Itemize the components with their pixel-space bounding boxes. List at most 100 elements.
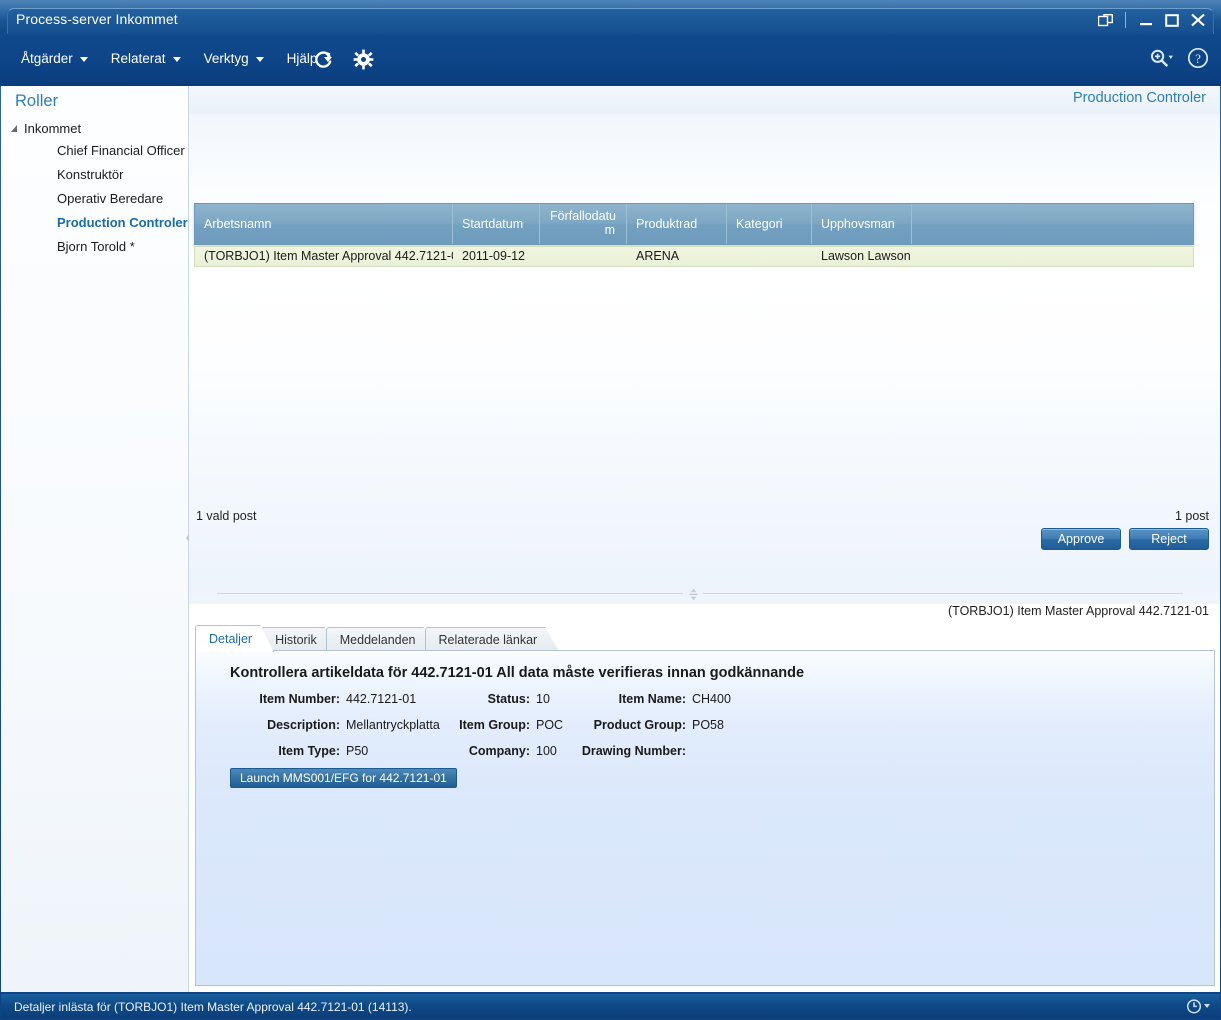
launch-mms001-efg-button[interactable]: Launch MMS001/EFG for 442.7121-01 — [230, 768, 457, 788]
tree-root-label: Inkommet — [24, 121, 82, 136]
tab-detaljer[interactable]: Detaljer — [195, 625, 274, 652]
form-row: Item Number: 442.7121-01 Status: 10 Item… — [230, 686, 1190, 712]
sidebar-item-label: Bjorn Torold * — [57, 239, 135, 254]
table-row[interactable]: (TORBJO1) Item Master Approval 442.7121-… — [194, 246, 1194, 267]
column-header-arbetsnamn[interactable]: Arbetsnamn — [195, 204, 453, 244]
field-value-item-name: CH400 — [692, 692, 731, 706]
field-label-item-number: Item Number: — [259, 692, 340, 706]
selection-count-label: 1 vald post — [196, 509, 257, 523]
application-window: Process-server Inkommet Åtgärder Relater… — [0, 0, 1221, 1020]
form-row: Item Type: P50 Company: 100 Drawing Numb… — [230, 738, 1190, 764]
help-circle-icon[interactable]: ? — [1187, 47, 1209, 69]
field-value-item-type: P50 — [346, 744, 369, 758]
window-controls — [1092, 9, 1211, 31]
menu-verktyg[interactable]: Verktyg — [193, 48, 276, 70]
grid-body: (TORBJO1) Item Master Approval 442.7121-… — [194, 246, 1194, 267]
column-header-kategori[interactable]: Kategori — [727, 204, 812, 244]
approve-button[interactable]: Approve — [1041, 528, 1121, 550]
zoom-search-icon[interactable] — [1149, 48, 1174, 68]
chevron-down-icon — [79, 57, 88, 62]
detail-pane: Kontrollera artikeldata för 442.7121-01 … — [195, 650, 1215, 986]
grid-header-row: Arbetsnamn Startdatum Förfallodatu m Pro… — [194, 203, 1194, 245]
tab-label: Detaljer — [209, 631, 253, 646]
chevron-down-icon — [172, 57, 181, 62]
tab-label: Relaterade länkar — [438, 632, 538, 647]
action-button-group: Approve Reject — [1041, 528, 1209, 550]
splitter-line-right — [703, 593, 1183, 594]
toolbar-right-icons: ? — [1149, 47, 1209, 69]
minimize-icon[interactable] — [1133, 9, 1159, 31]
title-bar-inner — [7, 8, 1214, 34]
field-value-status: 10 — [536, 692, 550, 706]
sidebar-item-label: Konstruktör — [57, 167, 124, 182]
field-label-company: Company: — [468, 744, 530, 758]
sidebar-item-chief-financial-officer[interactable]: Chief Financial Officer — [1, 139, 189, 163]
cell-arbetsnamn: (TORBJO1) Item Master Approval 442.7121-… — [204, 249, 453, 263]
menu-relaterat[interactable]: Relaterat — [100, 48, 193, 70]
column-header-forfallodatum[interactable]: Förfallodatu m — [540, 204, 627, 244]
restore-window-icon[interactable] — [1092, 9, 1118, 31]
sidebar-item-label: Production Controler * — [57, 215, 197, 230]
detail-form: Kontrollera artikeldata för 442.7121-01 … — [230, 659, 1190, 788]
chevron-down-icon — [1204, 1004, 1210, 1008]
field-label-item-group: Item Group: — [459, 718, 530, 732]
main-panel: Production Controler Arbetsnamn Startdat… — [189, 86, 1220, 992]
menu-relaterat-label: Relaterat — [110, 51, 166, 66]
field-value-item-number: 442.7121-01 — [346, 692, 417, 706]
column-header-label: Upphovsman — [821, 217, 895, 231]
menu-atgarder-label: Åtgärder — [21, 51, 73, 66]
title-bar: Process-server Inkommet — [0, 0, 1221, 34]
cell-startdatum: 2011-09-12 — [462, 249, 526, 263]
sidebar: Roller Inkommet Chief Financial Officer … — [1, 86, 196, 992]
detail-form-heading: Kontrollera artikeldata för 442.7121-01 … — [230, 665, 805, 681]
column-header-label: Kategori — [736, 217, 783, 231]
column-header-filler[interactable] — [912, 204, 1193, 244]
column-header-label: Arbetsnamn — [204, 217, 272, 231]
field-label-product-group: Product Group: — [593, 718, 686, 732]
status-message: Detaljer inlästa för (TORBJO1) Item Mast… — [14, 1000, 412, 1014]
tab-meddelanden[interactable]: Meddelanden — [326, 627, 438, 652]
tree-root-inkommet[interactable]: Inkommet — [1, 118, 189, 139]
active-role-link[interactable]: Production Controler — [1073, 90, 1206, 106]
sidebar-item-production-controler[interactable]: Production Controler * — [1, 211, 196, 235]
column-header-upphovsman[interactable]: Upphovsman — [812, 204, 912, 244]
refresh-icon[interactable] — [310, 46, 337, 73]
window-title: Process-server Inkommet — [16, 11, 178, 27]
column-header-label-line1: Förfallodatu — [549, 209, 616, 223]
maximize-icon[interactable] — [1159, 9, 1185, 31]
field-label-drawing-number: Drawing Number: — [581, 744, 686, 758]
column-header-produktrad[interactable]: Produktrad — [627, 204, 727, 244]
record-count-label: 1 post — [1174, 509, 1209, 523]
svg-text:?: ? — [1195, 51, 1201, 66]
tab-relaterade-lankar[interactable]: Relaterade länkar — [425, 627, 560, 652]
field-value-item-group: POC — [536, 718, 564, 732]
column-header-startdatum[interactable]: Startdatum — [453, 204, 540, 244]
clock-status-icon[interactable] — [1186, 998, 1210, 1014]
detail-record-caption: (TORBJO1) Item Master Approval 442.7121-… — [948, 604, 1209, 618]
client-area: Roller Inkommet Chief Financial Officer … — [1, 86, 1220, 992]
menu-bar: Åtgärder Relaterat Verktyg Hjälp — [10, 48, 344, 70]
gear-icon[interactable] — [350, 46, 377, 73]
vertical-splitter-handle-icon[interactable] — [686, 586, 701, 602]
chevron-down-icon — [255, 57, 264, 62]
column-header-label: Produktrad — [636, 217, 698, 231]
field-value-product-group: PO58 — [692, 718, 724, 732]
sidebar-item-bjorn-torold[interactable]: Bjorn Torold * — [1, 235, 189, 259]
triangle-collapse-icon[interactable] — [11, 125, 17, 132]
sidebar-item-konstruktor[interactable]: Konstruktör — [1, 163, 189, 187]
grid-container: Arbetsnamn Startdatum Förfallodatu m Pro… — [189, 114, 1220, 582]
toolbar: Åtgärder Relaterat Verktyg Hjälp ? — [0, 34, 1221, 86]
form-row: Description: Mellantryckplatta Item Grou… — [230, 712, 1190, 738]
close-icon[interactable] — [1185, 9, 1211, 31]
sidebar-item-operativ-beredare[interactable]: Operativ Beredare — [1, 187, 189, 211]
reject-button[interactable]: Reject — [1129, 528, 1209, 550]
horizontal-splitter[interactable] — [189, 582, 1220, 604]
tab-label: Meddelanden — [339, 632, 416, 647]
grid-header: Arbetsnamn Startdatum Förfallodatu m Pro… — [194, 203, 1194, 245]
column-header-label-line2: m — [604, 223, 615, 237]
menu-atgarder[interactable]: Åtgärder — [10, 48, 100, 70]
field-value-company: 100 — [536, 744, 557, 758]
role-caption-strip — [189, 86, 1220, 114]
cell-produktrad: ARENA — [636, 249, 680, 263]
cell-upphovsman: Lawson Lawson — [821, 249, 911, 263]
